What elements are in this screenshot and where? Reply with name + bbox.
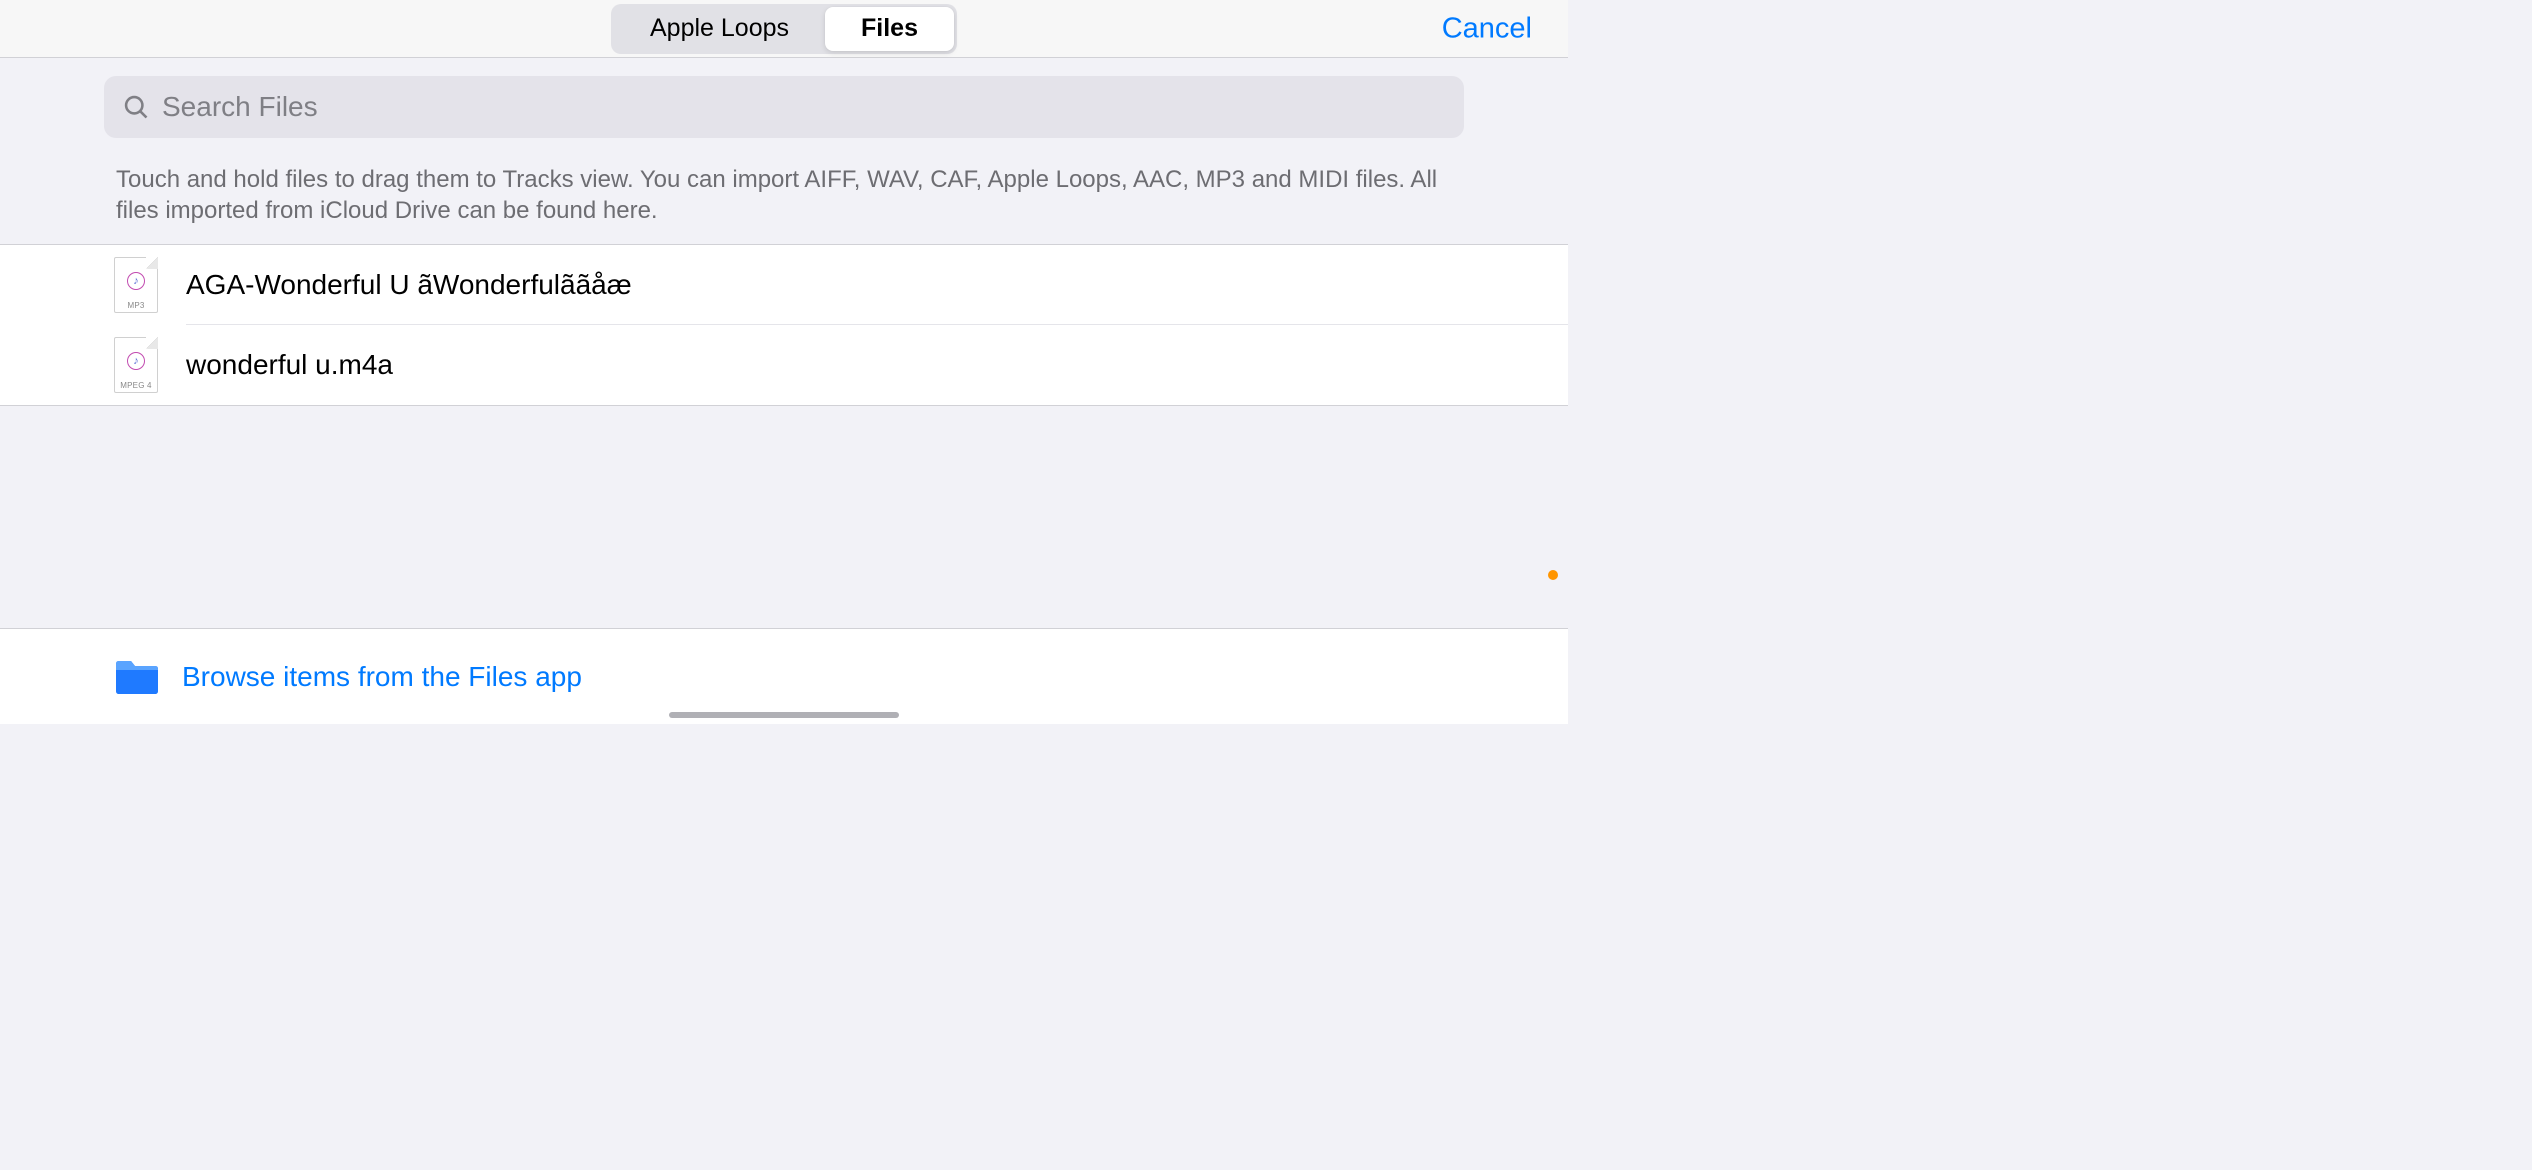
tab-files[interactable]: Files: [825, 7, 954, 51]
file-row[interactable]: ♪ MPEG 4 wonderful u.m4a: [0, 325, 1568, 405]
file-type-label: MPEG 4: [115, 381, 157, 390]
search-container: [104, 76, 1464, 138]
audio-file-icon: ♪ MPEG 4: [114, 337, 158, 393]
browse-files-label: Browse items from the Files app: [182, 661, 582, 693]
file-list: ♪ MP3 AGA-Wonderful U ãWonderfulããåæ ♪ M…: [0, 244, 1568, 406]
file-text-wrap: AGA-Wonderful U ãWonderfulããåæ: [186, 245, 1568, 325]
search-icon: [122, 93, 150, 121]
audio-file-icon: ♪ MP3: [114, 257, 158, 313]
search-input[interactable]: [162, 91, 1446, 123]
file-name: AGA-Wonderful U ãWonderfulããåæ: [186, 269, 632, 301]
search-field[interactable]: [104, 76, 1464, 138]
segmented-control: Apple Loops Files: [611, 4, 957, 54]
tab-apple-loops[interactable]: Apple Loops: [614, 7, 825, 51]
file-text-wrap: wonderful u.m4a: [186, 325, 1568, 405]
content-area: Touch and hold files to drag them to Tra…: [0, 76, 1568, 244]
home-indicator[interactable]: [669, 712, 899, 718]
folder-icon: [114, 658, 160, 696]
file-type-label: MP3: [115, 301, 157, 310]
help-text: Touch and hold files to drag them to Tra…: [104, 164, 1464, 244]
footer-bar[interactable]: Browse items from the Files app: [0, 628, 1568, 724]
file-name: wonderful u.m4a: [186, 349, 393, 381]
file-row[interactable]: ♪ MP3 AGA-Wonderful U ãWonderfulããåæ: [0, 245, 1568, 325]
recording-indicator-icon: [1548, 570, 1558, 580]
cancel-button[interactable]: Cancel: [1442, 12, 1532, 45]
header-bar: Apple Loops Files Cancel: [0, 0, 1568, 58]
